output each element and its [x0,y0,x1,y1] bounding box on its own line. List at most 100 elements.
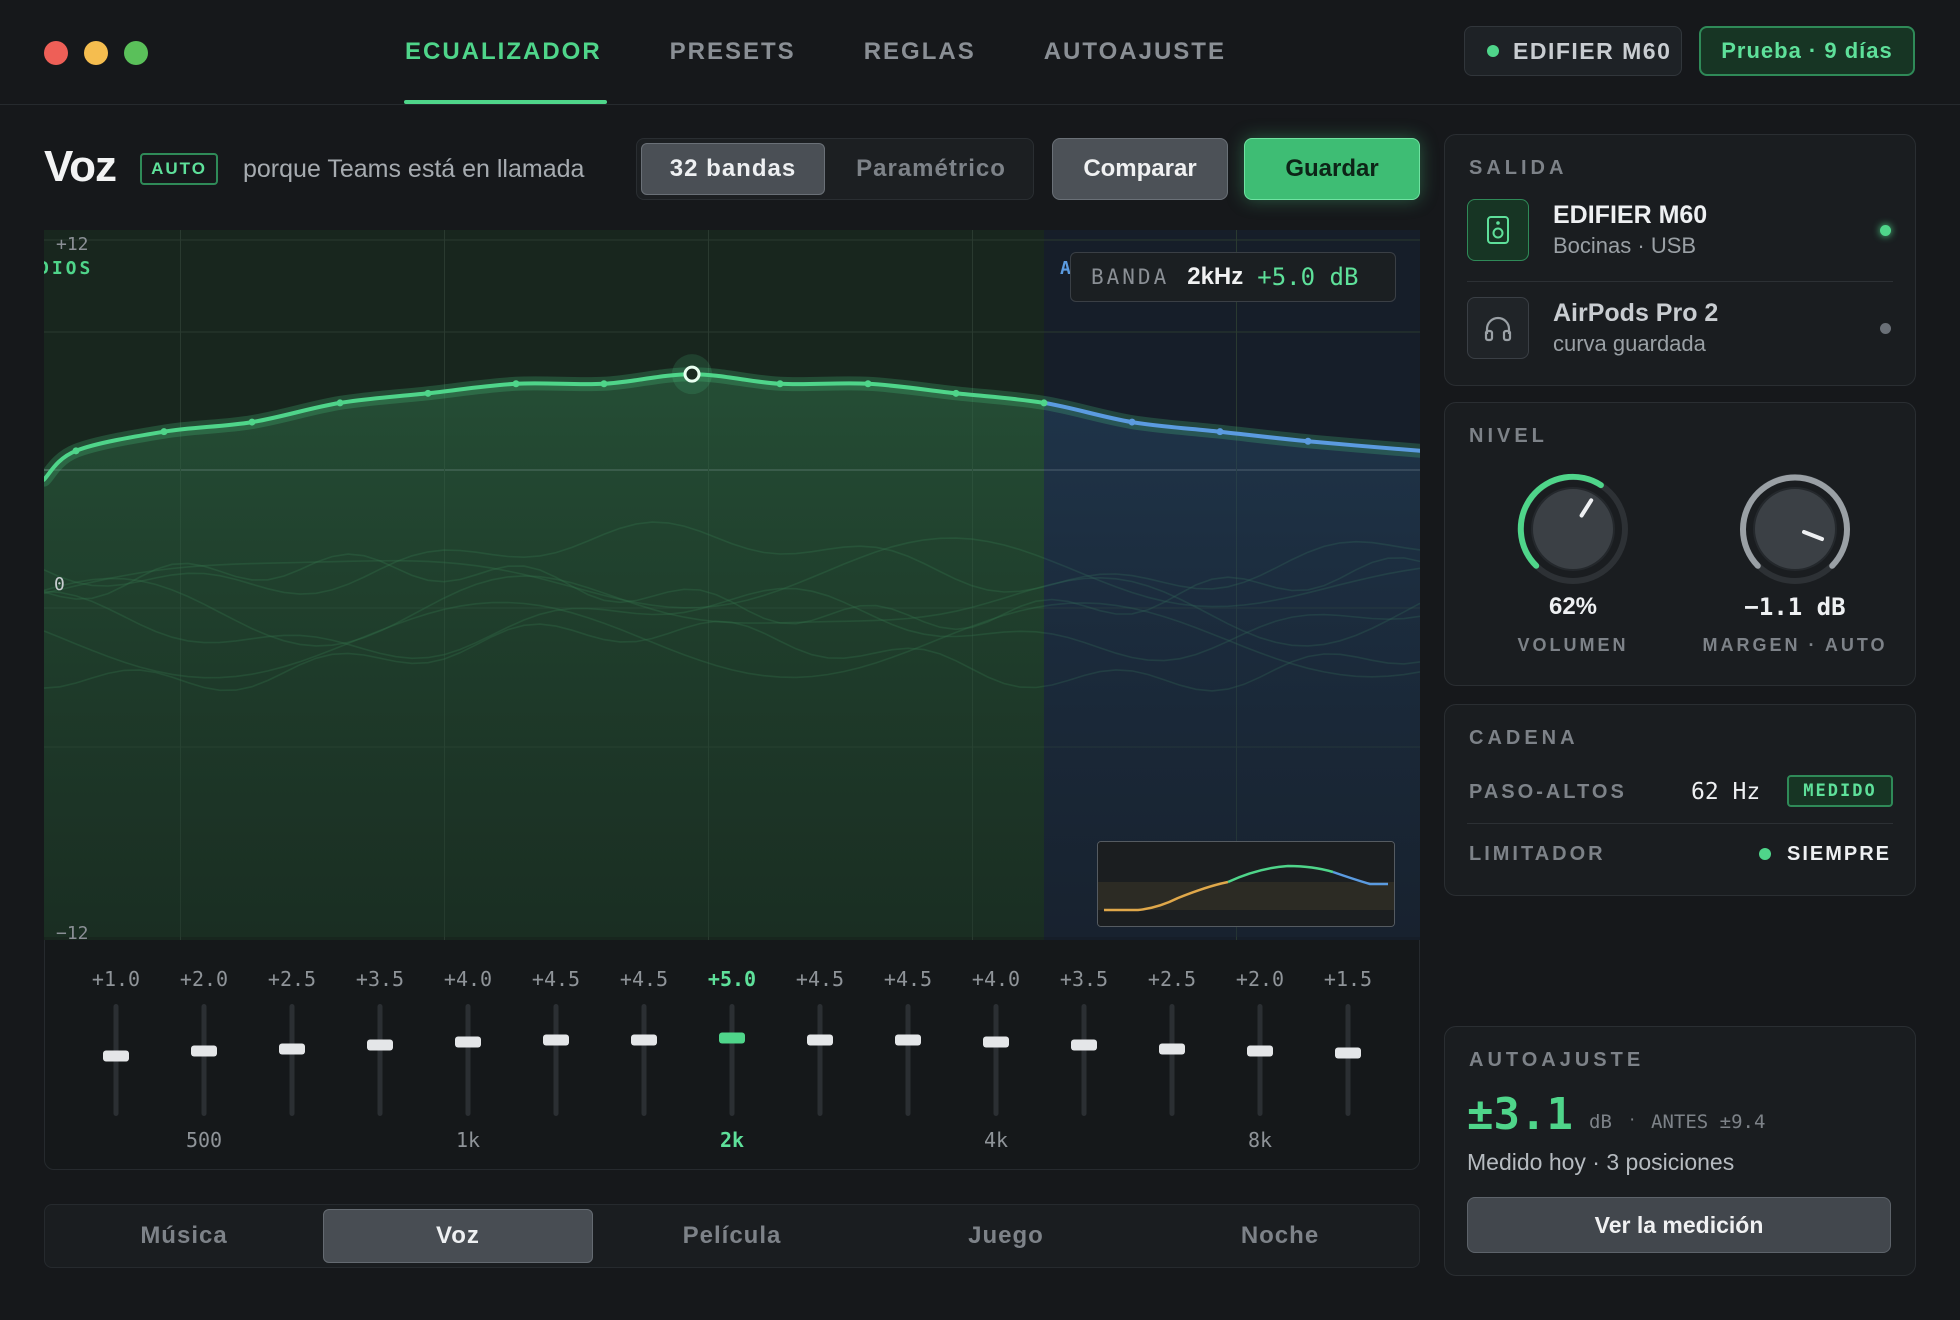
band-point [248,418,256,426]
connected-dot-icon [1487,45,1499,57]
compare-button[interactable]: Comparar [1052,138,1228,200]
band-point [952,389,960,397]
band-fader-track[interactable] [201,1004,207,1116]
band-fader-knob[interactable] [983,1036,1009,1048]
band-fader-track[interactable] [993,1004,999,1116]
autoadjust-measured: Medido hoy · 3 posiciones [1467,1149,1735,1175]
tab-presets[interactable]: PRESETS [665,0,801,104]
tab-autoajuste[interactable]: AUTOAJUSTE [1039,0,1231,104]
device-name: EDIFIER M60 [1553,201,1708,229]
maximize-window-button[interactable] [124,41,148,65]
band-fader-track[interactable] [1081,1004,1087,1116]
tab-reglas[interactable]: REGLAS [859,0,981,104]
band-point [600,380,608,388]
band-fader-track[interactable] [1257,1004,1263,1116]
band-fader-track[interactable] [289,1004,295,1116]
tab-ecualizador[interactable]: ECUALIZADOR [400,0,607,104]
band-fader-track[interactable] [465,1004,471,1116]
curve-minimap[interactable] [1097,841,1395,927]
band-fader-track[interactable] [641,1004,647,1116]
band-fader-knob[interactable] [631,1034,657,1046]
volume-label: VOLUMEN [1517,635,1629,655]
auto-badge: AUTO [140,153,218,185]
band-fader-knob[interactable] [1335,1047,1361,1059]
preset-juego-button[interactable]: Juego [871,1209,1141,1263]
band-fader-track[interactable] [377,1004,383,1116]
preset-noche-button[interactable]: Noche [1145,1209,1415,1263]
level-card: NIVEL 62% VOLUMEN −1.1 dB MARGEN · AUTO [1444,402,1916,686]
selected-band-tooltip: BANDA 2kHz +5.0 dB [1070,252,1396,302]
band-point [72,447,80,455]
band-gain-label: +5.0 [707,967,757,991]
band-point [160,428,168,436]
eq-graph[interactable]: +12 DIOS A 0 −12 [44,230,1420,940]
band-gain-label: +2.0 [179,967,229,991]
band-fader-track[interactable] [1345,1004,1351,1116]
band-point [1040,399,1048,407]
band-gain-label: +4.5 [531,967,581,991]
device-row-airpods[interactable]: AirPods Pro 2 curva guardada [1467,297,1893,363]
band-fader-track[interactable] [817,1004,823,1116]
band-fader-track[interactable] [729,1004,735,1116]
headphones-icon [1467,297,1529,359]
band-gain-label: +2.0 [1235,967,1285,991]
measured-badge: MEDIDO [1787,775,1893,807]
preset-musica-button[interactable]: Música [49,1209,319,1263]
margin-knob[interactable] [1733,467,1857,591]
margin-label: MARGEN · AUTO [1702,635,1888,655]
band-fader-knob[interactable] [455,1036,481,1048]
close-window-button[interactable] [44,41,68,65]
eq-mode-toggle: 32 bandas Paramétrico [636,138,1034,200]
view-measurement-button[interactable]: Ver la medición [1467,1197,1891,1253]
band-gain-label: +4.5 [619,967,669,991]
band-fader-track[interactable] [905,1004,911,1116]
output-heading: SALIDA [1469,157,1568,179]
band-fader-knob[interactable] [367,1039,393,1051]
band-gain-label: +4.5 [795,967,845,991]
band-fader-track[interactable] [1169,1004,1175,1116]
band-fader-knob[interactable] [1247,1045,1273,1057]
save-button[interactable]: Guardar [1244,138,1420,200]
band-frequency-label: 500 [185,1128,223,1152]
autoadjust-before: ANTES ±9.4 [1651,1111,1766,1133]
trial-badge[interactable]: Prueba · 9 días [1699,26,1915,76]
separator-dot: · [1629,1109,1636,1130]
band-fader-knob[interactable] [103,1050,129,1062]
band-fader-knob[interactable] [719,1032,745,1044]
band-fader-knob[interactable] [807,1034,833,1046]
minimize-window-button[interactable] [84,41,108,65]
limiter-value[interactable]: SIEMPRE [1787,843,1891,866]
band-fader-track[interactable] [553,1004,559,1116]
highpass-value[interactable]: 62 Hz [1691,779,1760,805]
output-device-label: EDIFIER M60 [1513,37,1672,64]
band-gain-label: +3.5 [1059,967,1109,991]
autoadjust-card: AUTOAJUSTE ±3.1 dB · ANTES ±9.4 Medido h… [1444,1026,1916,1276]
band-fader-knob[interactable] [543,1034,569,1046]
autoadjust-heading: AUTOAJUSTE [1469,1049,1645,1071]
main-tabs: ECUALIZADOR PRESETS REGLAS AUTOAJUSTE [400,0,1289,104]
mode-parametric-button[interactable]: Paramétrico [833,143,1029,195]
y-axis-zero-label: 0 [54,574,65,595]
output-device-pill[interactable]: EDIFIER M60 [1464,26,1682,76]
output-card: SALIDA EDIFIER M60 Bocinas · USB AirPods… [1444,134,1916,386]
mode-32-bands-button[interactable]: 32 bandas [641,143,825,195]
device-subtitle: curva guardada [1553,331,1706,356]
band-gain-label: +2.5 [267,967,317,991]
chain-card: CADENA PASO-ALTOS 62 Hz MEDIDO LIMITADOR… [1444,704,1916,896]
band-fader-knob[interactable] [895,1034,921,1046]
band-fader-knob[interactable] [1071,1039,1097,1051]
band-gain-label: +4.0 [443,967,493,991]
band-fader-knob[interactable] [279,1043,305,1055]
band-fader-knob[interactable] [1159,1043,1185,1055]
band-point [512,380,520,388]
inactive-device-dot [1880,323,1891,334]
preset-voz-button[interactable]: Voz [323,1209,593,1263]
volume-knob[interactable] [1511,467,1635,591]
level-heading: NIVEL [1469,425,1548,447]
device-row-edifier[interactable]: EDIFIER M60 Bocinas · USB [1467,199,1893,265]
preset-selector: Música Voz Película Juego Noche [44,1204,1420,1268]
divider [1467,281,1893,282]
preset-pelicula-button[interactable]: Película [597,1209,867,1263]
band-point [336,399,344,407]
band-fader-knob[interactable] [191,1045,217,1057]
